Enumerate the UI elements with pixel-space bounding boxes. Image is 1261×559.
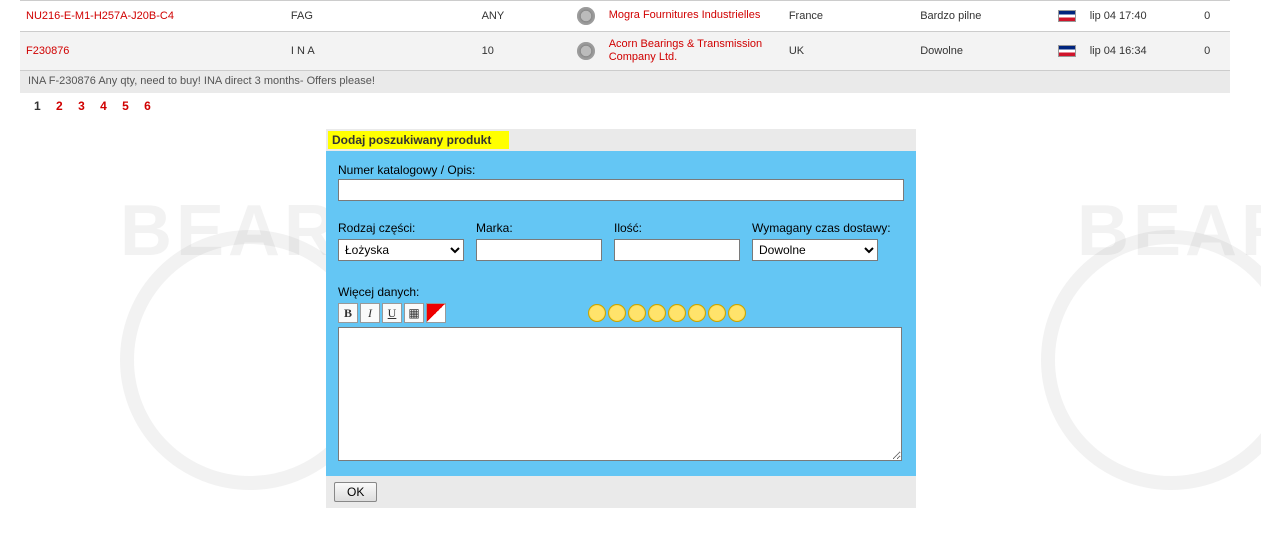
watermark-text-right: BEARI <box>1077 190 1261 272</box>
emoji-tongue-icon[interactable] <box>688 304 706 322</box>
add-product-form: Dodaj poszukiwany produkt Numer katalogo… <box>326 129 916 508</box>
country-cell: UK <box>783 32 914 71</box>
results-table: NU216-E-M1-H257A-J20B-C4 FAG ANY Mogra F… <box>20 0 1230 93</box>
flag-icon <box>1058 10 1076 22</box>
underline-button[interactable]: U <box>382 303 402 323</box>
emoji-laugh-icon[interactable] <box>628 304 646 322</box>
company-link[interactable]: Mogra Fournitures Industrielles <box>609 9 761 22</box>
pagination: 1 2 3 4 5 6 <box>34 99 1261 113</box>
date-cell: lip 04 16:34 <box>1084 32 1198 71</box>
table-row: F230876 I N A 10 Acorn Bearings & Transm… <box>20 32 1230 71</box>
priority-cell: Bardzo pilne <box>914 1 1052 32</box>
delivery-select[interactable]: Dowolne <box>752 239 878 261</box>
count-cell: 0 <box>1198 32 1230 71</box>
count-cell: 0 <box>1198 1 1230 32</box>
bold-button[interactable]: B <box>338 303 358 323</box>
qty-cell: 10 <box>476 32 571 71</box>
part-type-select[interactable]: Łożyska <box>338 239 464 261</box>
part-type-label: Rodzaj części: <box>338 221 464 235</box>
bearing-icon <box>577 42 595 60</box>
page-link[interactable]: 5 <box>122 99 129 113</box>
qty-cell: ANY <box>476 1 571 32</box>
editor-toolbar: B I U ▦ <box>338 303 904 323</box>
color-button[interactable] <box>426 303 446 323</box>
catalog-input[interactable] <box>338 179 904 201</box>
brand-input[interactable] <box>476 239 602 261</box>
emoji-smile-icon[interactable] <box>668 304 686 322</box>
ok-button[interactable]: OK <box>334 482 377 502</box>
more-data-label: Więcej danych: <box>338 285 904 299</box>
bearing-icon <box>577 7 595 25</box>
table-row-note: INA F-230876 Any qty, need to buy! INA d… <box>20 71 1230 94</box>
page-current: 1 <box>34 99 41 113</box>
emoji-cool-icon[interactable] <box>708 304 726 322</box>
table-row: NU216-E-M1-H257A-J20B-C4 FAG ANY Mogra F… <box>20 1 1230 32</box>
priority-cell: Dowolne <box>914 32 1052 71</box>
country-cell: France <box>783 1 914 32</box>
emoji-sad-icon[interactable] <box>608 304 626 322</box>
brand-label: Marka: <box>476 221 602 235</box>
company-link[interactable]: Acorn Bearings & Transmission Company Lt… <box>609 38 777 64</box>
more-data-textarea[interactable] <box>338 327 902 461</box>
watermark-circle-right <box>1041 230 1261 490</box>
emoji-wink-icon[interactable] <box>648 304 666 322</box>
emoji-grin-icon[interactable] <box>588 304 606 322</box>
emoji-row <box>588 304 746 322</box>
qty-input[interactable] <box>614 239 740 261</box>
brand-cell: I N A <box>285 32 476 71</box>
form-header: Dodaj poszukiwany produkt <box>326 129 916 151</box>
qty-label: Ilość: <box>614 221 740 235</box>
delivery-label: Wymagany czas dostawy: <box>752 221 891 235</box>
page-link[interactable]: 6 <box>144 99 151 113</box>
image-button[interactable]: ▦ <box>404 303 424 323</box>
italic-button[interactable]: I <box>360 303 380 323</box>
page-link[interactable]: 3 <box>78 99 85 113</box>
page-link[interactable]: 2 <box>56 99 63 113</box>
emoji-surprised-icon[interactable] <box>728 304 746 322</box>
flag-icon <box>1058 45 1076 57</box>
page-link[interactable]: 4 <box>100 99 107 113</box>
form-title: Dodaj poszukiwany produkt <box>328 131 509 149</box>
note-cell: INA F-230876 Any qty, need to buy! INA d… <box>20 71 1230 94</box>
catalog-label: Numer katalogowy / Opis: <box>338 163 904 177</box>
product-code-link[interactable]: NU216-E-M1-H257A-J20B-C4 <box>26 10 174 22</box>
brand-cell: FAG <box>285 1 476 32</box>
product-code-link[interactable]: F230876 <box>26 45 69 57</box>
date-cell: lip 04 17:40 <box>1084 1 1198 32</box>
